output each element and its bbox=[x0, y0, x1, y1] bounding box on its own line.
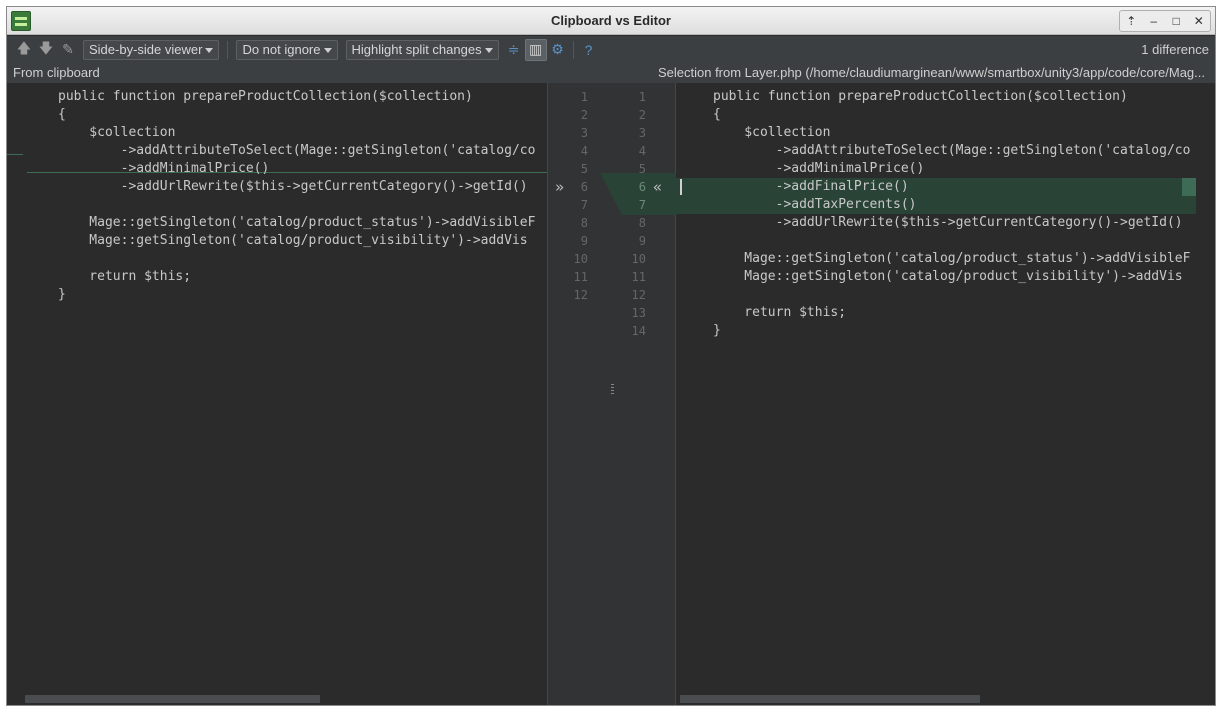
line-number: 7 bbox=[580, 198, 588, 212]
toolbar-separator bbox=[227, 40, 229, 59]
maximize-button[interactable]: □ bbox=[1166, 11, 1186, 31]
line-number: 1 bbox=[638, 90, 646, 104]
text-caret bbox=[680, 179, 682, 195]
line-number: 12 bbox=[573, 288, 588, 302]
code-line: { bbox=[713, 107, 721, 122]
line-number: 2 bbox=[580, 108, 588, 122]
code-line: public function prepareProductCollection… bbox=[713, 89, 1128, 104]
code-line: { bbox=[58, 107, 66, 122]
line-number: 11 bbox=[631, 270, 646, 284]
code-line: $collection bbox=[713, 125, 831, 140]
code-line: Mage::getSingleton('catalog/product_stat… bbox=[713, 251, 1191, 266]
code-line: ->addAttributeToSelect(Mage::getSingleto… bbox=[58, 143, 536, 158]
line-number: 2 bbox=[638, 108, 646, 122]
diff-toolbar: 🡅 🡇 ✎ Side-by-side viewer Do not ignore … bbox=[7, 36, 1215, 63]
code-line: ->addAttributeToSelect(Mage::getSingleto… bbox=[713, 143, 1191, 158]
line-number: 8 bbox=[580, 216, 588, 230]
toolbar-separator bbox=[572, 40, 574, 59]
right-horizontal-scrollbar[interactable] bbox=[676, 693, 1196, 705]
splitter-grip[interactable] bbox=[611, 384, 614, 396]
right-code: public function prepareProductCollection… bbox=[713, 88, 1190, 340]
line-number: 14 bbox=[631, 324, 646, 338]
previous-difference-icon[interactable]: 🡅 bbox=[13, 39, 35, 61]
line-number: 9 bbox=[638, 234, 646, 248]
code-line: } bbox=[713, 323, 721, 338]
line-number: 1 bbox=[580, 90, 588, 104]
line-number: 4 bbox=[580, 144, 588, 158]
code-line: $collection bbox=[58, 125, 176, 140]
code-line: ->addTaxPercents() bbox=[713, 197, 917, 212]
code-line: ->addUrlRewrite($this->getCurrentCategor… bbox=[713, 215, 1183, 230]
window-controls: ⇡ – □ ✕ bbox=[1119, 10, 1211, 32]
highlight-mode-dropdown[interactable]: Highlight split changes bbox=[345, 39, 499, 60]
line-number: 4 bbox=[638, 144, 646, 158]
difference-count: 1 difference bbox=[1141, 42, 1209, 57]
line-number: 10 bbox=[573, 252, 588, 266]
code-line: ->addMinimalPrice() bbox=[713, 161, 925, 176]
line-number: 6 bbox=[638, 180, 646, 194]
line-number: 10 bbox=[631, 252, 646, 266]
code-line: ->addUrlRewrite($this->getCurrentCategor… bbox=[58, 179, 528, 194]
code-line: } bbox=[58, 287, 66, 302]
keep-above-button[interactable]: ⇡ bbox=[1121, 11, 1141, 31]
viewer-mode-dropdown[interactable]: Side-by-side viewer bbox=[83, 39, 220, 60]
code-line: Mage::getSingleton('catalog/product_stat… bbox=[58, 215, 536, 230]
code-line: return $this; bbox=[713, 305, 847, 320]
line-number: 7 bbox=[638, 198, 646, 212]
settings-gear-icon[interactable]: ⚙ bbox=[547, 39, 569, 61]
line-number: 3 bbox=[638, 126, 646, 140]
ignore-whitespace-dropdown[interactable]: Do not ignore bbox=[236, 39, 338, 60]
apply-to-left-arrow-icon[interactable]: » bbox=[555, 178, 564, 196]
edit-source-icon[interactable]: ✎ bbox=[57, 39, 79, 61]
code-line: ->addFinalPrice() bbox=[713, 179, 909, 194]
line-number: 13 bbox=[631, 306, 646, 320]
minimize-button[interactable]: – bbox=[1144, 11, 1164, 31]
editor-headers: From clipboard Selection from Layer.php … bbox=[7, 63, 1215, 83]
line-number: 9 bbox=[580, 234, 588, 248]
next-difference-icon[interactable]: 🡇 bbox=[35, 39, 57, 61]
apply-to-right-arrow-icon[interactable]: « bbox=[653, 178, 662, 196]
code-line: ->addMinimalPrice() bbox=[58, 161, 270, 176]
insertion-marker bbox=[7, 154, 23, 155]
right-editor[interactable]: public function prepareProductCollection… bbox=[676, 83, 1196, 693]
left-horizontal-scrollbar[interactable] bbox=[7, 693, 547, 705]
line-number: 8 bbox=[638, 216, 646, 230]
line-number: 5 bbox=[638, 162, 646, 176]
line-number: 11 bbox=[573, 270, 588, 284]
code-line: return $this; bbox=[58, 269, 192, 284]
title-bar: Clipboard vs Editor ⇡ – □ ✕ bbox=[7, 7, 1215, 35]
left-code: public function prepareProductCollection… bbox=[58, 88, 535, 304]
right-pane-title: Selection from Layer.php (/home/claudium… bbox=[657, 65, 1205, 80]
line-number: 5 bbox=[580, 162, 588, 176]
line-number: 12 bbox=[631, 288, 646, 302]
help-icon[interactable]: ? bbox=[578, 39, 600, 61]
line-number: 3 bbox=[580, 126, 588, 140]
window-title: Clipboard vs Editor bbox=[551, 13, 671, 28]
code-line: public function prepareProductCollection… bbox=[58, 89, 473, 104]
right-scroll-thumb[interactable] bbox=[680, 695, 980, 703]
close-button[interactable]: ✕ bbox=[1189, 11, 1209, 31]
code-line: Mage::getSingleton('catalog/product_visi… bbox=[713, 269, 1183, 284]
collapse-unchanged-icon[interactable]: ≑ bbox=[503, 39, 525, 61]
sync-scroll-icon[interactable]: ▥ bbox=[524, 38, 547, 61]
left-editor[interactable]: public function prepareProductCollection… bbox=[7, 83, 547, 693]
code-line: Mage::getSingleton('catalog/product_visi… bbox=[58, 233, 528, 248]
left-pane-title: From clipboard bbox=[13, 65, 100, 80]
scrollbar-change-marker bbox=[1182, 178, 1196, 196]
diff-window: Clipboard vs Editor ⇡ – □ ✕ 🡅 🡇 ✎ Side-b… bbox=[6, 6, 1216, 706]
left-scroll-thumb[interactable] bbox=[25, 695, 320, 703]
